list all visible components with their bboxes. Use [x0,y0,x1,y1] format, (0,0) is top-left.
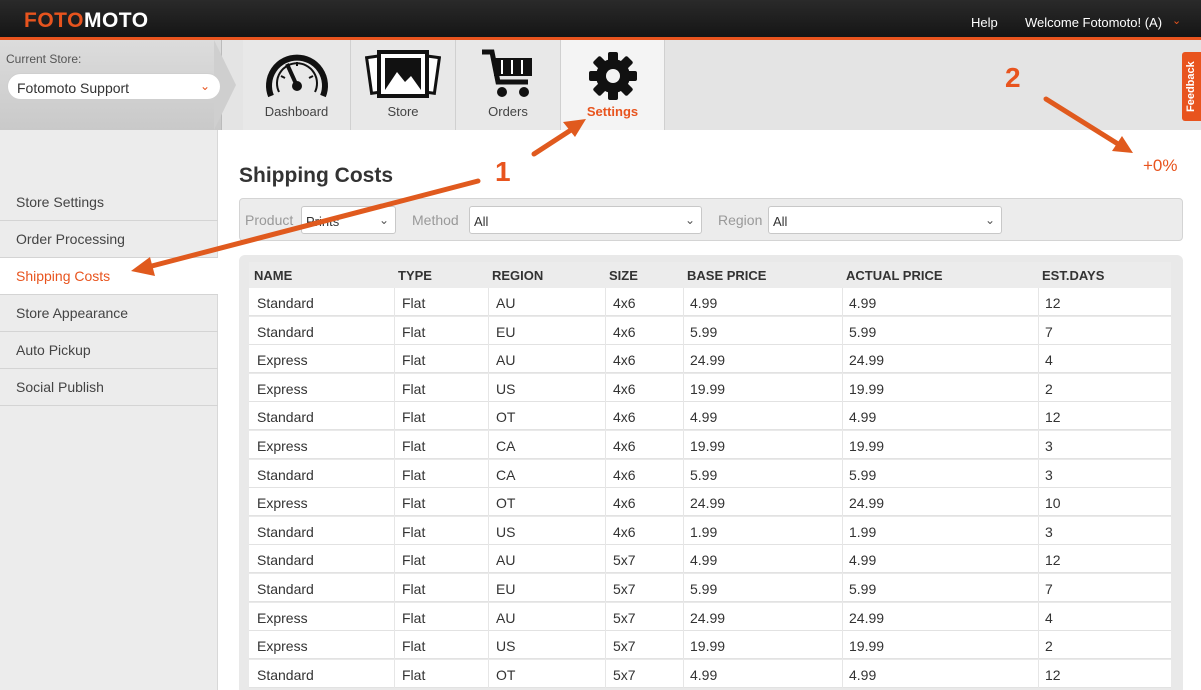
arrow-to-shipping-costs [145,178,481,270]
arrowhead-shipping-costs [131,257,155,276]
arrow-to-settings [531,125,577,157]
arrow-to-markup [1043,96,1121,147]
annotation-number-2: 2 [1005,62,1021,93]
annotation-arrows [131,96,1133,276]
annotation-number-1: 1 [495,156,511,187]
